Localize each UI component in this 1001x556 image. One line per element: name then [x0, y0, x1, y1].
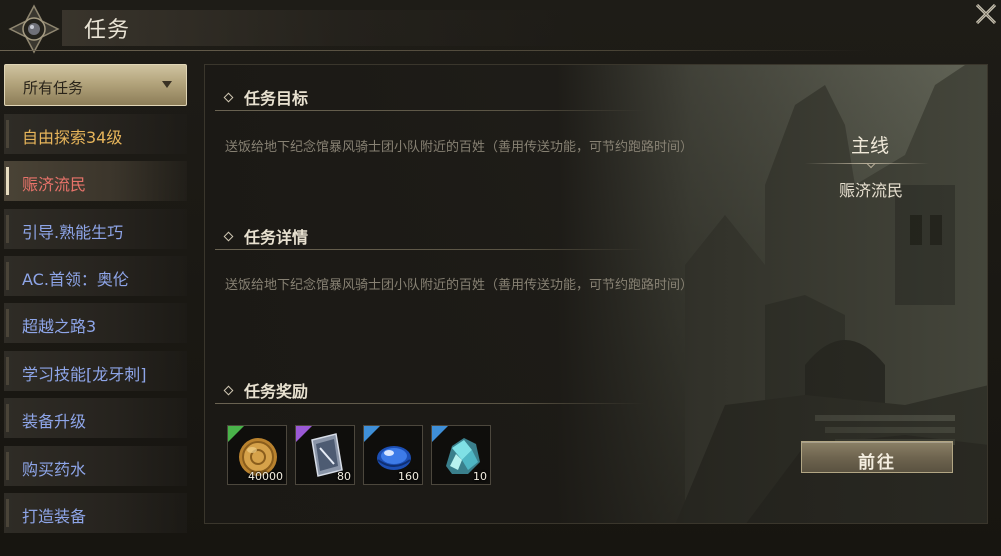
details-heading-text: 任务详情 [244, 228, 309, 247]
quest-item-label: 赈济流民 [22, 175, 87, 194]
go-to-button[interactable]: 前往 [801, 441, 953, 473]
quest-item[interactable]: 学习技能[龙牙刺] [4, 351, 187, 391]
quest-item-selected[interactable]: 赈济流民 [4, 161, 187, 201]
reward-slot[interactable]: 40000 [227, 425, 287, 485]
quest-item-label: 引导.熟能生巧 [22, 223, 124, 242]
rarity-corner [364, 426, 380, 442]
section-divider [215, 110, 645, 111]
reward-quantity: 40000 [248, 470, 283, 483]
objective-heading: 任务目标 [223, 85, 309, 109]
quest-item-label: 打造装备 [22, 507, 87, 526]
quest-detail-panel: 任务目标 送饭给地下纪念馆暴风骑士团小队附近的百姓（善用传送功能，可节约跑路时间… [204, 64, 988, 524]
details-description: 送饭给地下纪念馆暴风骑士团小队附近的百姓（善用传送功能，可节约跑路时间） [225, 278, 694, 293]
reward-list: 40000 80 160 10 [227, 425, 497, 489]
reward-slot[interactable]: 80 [295, 425, 355, 485]
quest-item-label: 超越之路3 [22, 317, 97, 336]
reward-slot[interactable]: 160 [363, 425, 423, 485]
reward-quantity: 80 [337, 470, 351, 483]
quest-item[interactable]: 装备升级 [4, 398, 187, 438]
go-to-button-label: 前往 [858, 453, 896, 473]
details-heading: 任务详情 [223, 224, 309, 248]
quest-item[interactable]: 自由探索34级 [4, 114, 187, 154]
diamond-bullet-icon [223, 231, 234, 242]
quest-item-label: 购买药水 [22, 460, 87, 479]
window-title: 任务 [84, 18, 131, 43]
reward-slot[interactable]: 10 [431, 425, 491, 485]
reward-quantity: 160 [398, 470, 419, 483]
quest-item-label: 自由探索34级 [22, 128, 123, 147]
quest-item[interactable]: 打造装备 [4, 493, 187, 533]
diamond-bullet-icon [223, 92, 234, 103]
quest-type-label: 主线 [851, 135, 890, 157]
rewards-heading: 任务奖励 [223, 378, 309, 402]
rarity-corner [432, 426, 448, 442]
header-divider [0, 50, 870, 51]
rarity-corner [228, 426, 244, 442]
window-header: 任务 [0, 0, 1001, 56]
quest-list-sidebar: 所有任务 自由探索34级 赈济流民 引导.熟能生巧 AC.首领：奥伦 超越之路3… [4, 64, 190, 544]
objective-heading-text: 任务目标 [244, 89, 309, 108]
quest-name-label: 赈济流民 [839, 181, 904, 200]
quest-item[interactable]: 引导.熟能生巧 [4, 209, 187, 249]
rewards-heading-text: 任务奖励 [244, 382, 309, 401]
rarity-corner [296, 426, 312, 442]
close-icon [975, 3, 997, 25]
quest-item[interactable]: 购买药水 [4, 446, 187, 486]
close-button[interactable] [970, 0, 1000, 30]
section-divider [215, 403, 645, 404]
objective-description: 送饭给地下纪念馆暴风骑士团小队附近的百姓（善用传送功能，可节约跑路时间） [225, 140, 694, 155]
diamond-bullet-icon [223, 385, 234, 396]
quest-window: 任务 所有任务 自由探索34级 赈济流民 引导.熟能生巧 AC.首领：奥伦 超越… [0, 0, 1001, 556]
quest-filter-dropdown[interactable]: 所有任务 [4, 64, 187, 106]
quest-item-label: 装备升级 [22, 412, 87, 431]
quest-item[interactable]: AC.首领：奥伦 [4, 256, 187, 296]
quest-item-label: AC.首领：奥伦 [22, 270, 129, 289]
section-divider [215, 249, 645, 250]
quest-filter-label: 所有任务 [23, 79, 84, 97]
title-bar [62, 10, 582, 46]
compass-emblem-icon [8, 4, 60, 54]
quest-item-label: 学习技能[龙牙刺] [22, 365, 147, 384]
chevron-down-icon [162, 81, 172, 88]
reward-quantity: 10 [473, 470, 487, 483]
quest-item[interactable]: 超越之路3 [4, 303, 187, 343]
